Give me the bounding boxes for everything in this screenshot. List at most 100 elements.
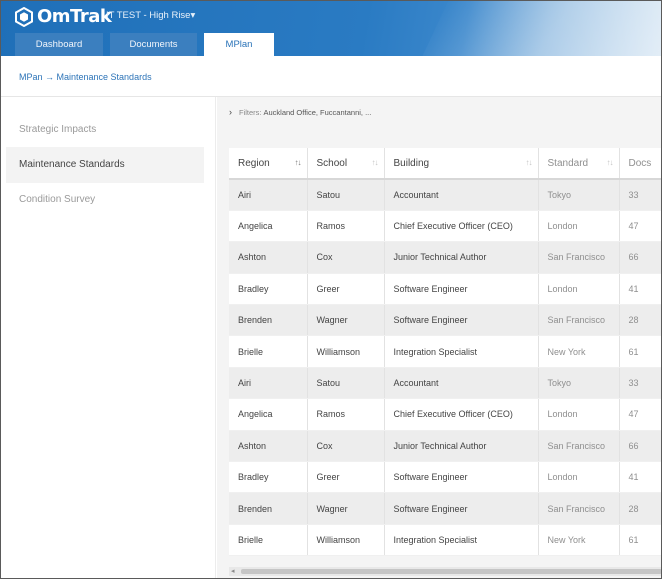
table-row[interactable]: Brielle Williamson Integration Specialist N… (229, 524, 662, 557)
omtrak-logo-icon (15, 6, 33, 27)
table-row[interactable]: Bradley Greer Software Engineer London 41 (229, 273, 662, 306)
header-shine (402, 0, 662, 56)
table-row[interactable]: Brielle Williamson Integration Specialist N… (229, 335, 662, 368)
cell-building: Software Engineer (384, 273, 539, 306)
sort-icon[interactable]: ↑↓ (372, 158, 379, 167)
filters-bar[interactable]: › Filters: Auckland Office, Fuccantanni,… (229, 107, 371, 117)
column-header-docs[interactable]: Docs (619, 148, 662, 180)
cell-region: Brielle (229, 524, 308, 557)
cell-docs: 41 (619, 461, 662, 494)
cell-region: Airi (229, 367, 308, 400)
cell-standard: San Francisco (538, 430, 620, 463)
cell-region: Angelica (229, 210, 308, 243)
sort-icon[interactable]: ↑↓ (295, 158, 302, 167)
chevron-right-icon[interactable]: › (229, 107, 232, 117)
cell-building: Integration Specialist (384, 524, 539, 557)
table-row[interactable]: Bradley Greer Software Engineer London 41 (229, 461, 662, 494)
cell-region: Brenden (229, 304, 308, 337)
table-row[interactable]: Airi Satou Accountant Tokyo 33 (229, 179, 662, 211)
cell-standard: London (538, 273, 620, 306)
cell-school: Wagner (307, 304, 385, 337)
horizontal-scrollbar[interactable]: ◂ (229, 567, 662, 576)
cell-school: Williamson (307, 335, 385, 368)
cell-docs: 28 (619, 492, 662, 525)
cell-building: Accountant (384, 179, 539, 211)
cell-region: Brielle (229, 335, 308, 368)
table-row[interactable]: Airi Satou Accountant Tokyo 33 (229, 367, 662, 400)
cell-docs: 47 (619, 210, 662, 243)
tab-mplan[interactable]: MPlan (204, 33, 274, 56)
scrollbar-thumb[interactable] (241, 569, 662, 574)
cell-docs: 41 (619, 273, 662, 306)
logo-text: OmTrak (37, 6, 112, 27)
table-row[interactable]: Angelica Ramos Chief Executive Officer (CE… (229, 398, 662, 431)
column-header-standard[interactable]: Standard ↑↓ (538, 148, 620, 180)
cell-standard: Tokyo (538, 367, 620, 400)
table-row[interactable]: Brenden Wagner Software Engineer San Franci… (229, 492, 662, 525)
sidebar-item-condition-survey[interactable]: Condition Survey (6, 182, 204, 218)
cell-school: Ramos (307, 398, 385, 431)
cell-building: Junior Technical Author (384, 430, 539, 463)
filters-value: Auckland Office, Fuccantanni, ... (263, 107, 372, 117)
cell-building: Software Engineer (384, 304, 539, 337)
sidebar-item-strategic-impacts[interactable]: Strategic Impacts (6, 112, 204, 148)
cell-school: Satou (307, 367, 385, 400)
table-body: Airi Satou Accountant Tokyo 33 Angelica Ramos C… (229, 179, 662, 557)
cell-docs: 61 (619, 335, 662, 368)
cell-standard: London (538, 398, 620, 431)
cell-building: Accountant (384, 367, 539, 400)
table-row[interactable]: Ashton Cox Junior Technical Author San Fran… (229, 430, 662, 463)
cell-building: Junior Technical Author (384, 241, 539, 274)
cell-standard: New York (538, 524, 620, 557)
tab-documents[interactable]: Documents (110, 33, 197, 56)
standards-table: Region ↑↓ School ↑↓ Building ↑↓ Standard ↑↓ … (229, 148, 662, 557)
scroll-left-icon[interactable]: ◂ (231, 567, 235, 575)
column-label: School (316, 157, 348, 169)
cell-building: Chief Executive Officer (CEO) (384, 398, 539, 431)
column-header-school[interactable]: School ↑↓ (307, 148, 385, 180)
cell-school: Williamson (307, 524, 385, 557)
table-row[interactable]: Angelica Ramos Chief Executive Officer (CE… (229, 210, 662, 243)
sort-icon[interactable]: ↑↓ (526, 158, 533, 167)
logo[interactable]: OmTrak (14, 6, 112, 27)
main-content: › Filters: Auckland Office, Fuccantanni,… (217, 97, 662, 579)
column-label: Docs (628, 157, 652, 169)
cell-building: Software Engineer (384, 492, 539, 525)
project-selector[interactable]: IT TEST - High Rise▾ (106, 10, 195, 21)
cell-region: Bradley (229, 273, 308, 306)
breadcrumb[interactable]: MPan → Maintenance Standards (19, 72, 152, 82)
table-row[interactable]: Ashton Cox Junior Technical Author San Fran… (229, 241, 662, 274)
cell-building: Chief Executive Officer (CEO) (384, 210, 539, 243)
cell-region: Brenden (229, 492, 308, 525)
column-label: Standard (547, 157, 589, 169)
cell-standard: London (538, 461, 620, 494)
cell-standard: New York (538, 335, 620, 368)
tab-dashboard[interactable]: Dashboard (15, 33, 103, 56)
table-row[interactable]: Brenden Wagner Software Engineer San Franci… (229, 304, 662, 337)
cell-standard: San Francisco (538, 492, 620, 525)
cell-school: Greer (307, 461, 385, 494)
cell-building: Software Engineer (384, 461, 539, 494)
cell-standard: San Francisco (538, 241, 620, 274)
sidebar-item-maintenance-standards[interactable]: Maintenance Standards (6, 147, 204, 183)
column-label: Building (393, 157, 430, 169)
column-header-region[interactable]: Region ↑↓ (229, 148, 308, 180)
cell-building: Integration Specialist (384, 335, 539, 368)
cell-region: Ashton (229, 430, 308, 463)
cell-school: Satou (307, 179, 385, 211)
project-name: IT TEST - High Rise (106, 10, 191, 21)
sort-icon[interactable]: ↑↓ (607, 158, 614, 167)
cell-docs: 61 (619, 524, 662, 557)
app-header: OmTrak IT TEST - High Rise▾ Dashboard Do… (0, 0, 662, 56)
cell-docs: 33 (619, 367, 662, 400)
cell-school: Greer (307, 273, 385, 306)
cell-docs: 47 (619, 398, 662, 431)
cell-school: Wagner (307, 492, 385, 525)
cell-region: Ashton (229, 241, 308, 274)
cell-docs: 33 (619, 179, 662, 211)
column-label: Region (238, 157, 270, 169)
table-header-row: Region ↑↓ School ↑↓ Building ↑↓ Standard ↑↓ … (229, 148, 662, 180)
column-header-building[interactable]: Building ↑↓ (384, 148, 539, 180)
cell-region: Angelica (229, 398, 308, 431)
cell-school: Cox (307, 241, 385, 274)
